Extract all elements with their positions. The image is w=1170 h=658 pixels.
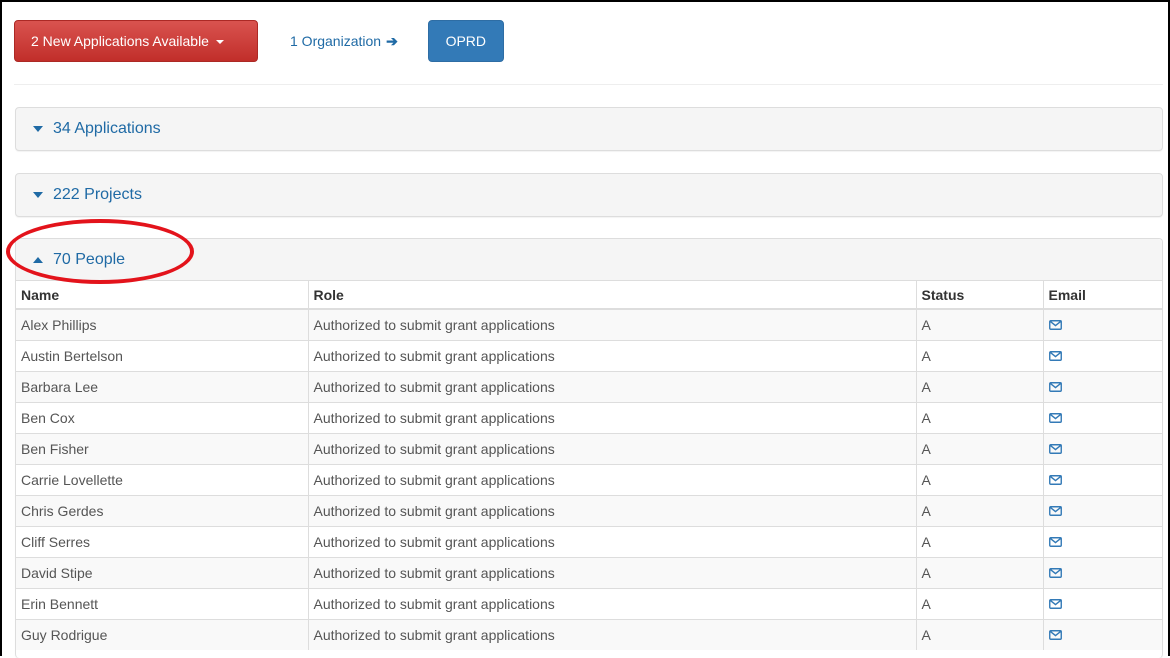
table-row: Chris Gerdes Authorized to submit grant a… <box>16 494 1162 526</box>
new-applications-dropdown-button[interactable]: 2 New Applications Available <box>14 20 258 62</box>
person-email-cell <box>1043 401 1162 433</box>
person-role-cell: Authorized to submit grant applications <box>308 308 917 340</box>
person-name-cell: Alex Phillips <box>16 308 309 340</box>
triangle-up-icon <box>33 256 43 263</box>
person-email-cell <box>1043 494 1162 526</box>
person-role-cell: Authorized to submit grant applications <box>308 401 917 433</box>
person-email-cell <box>1043 587 1162 619</box>
person-name-cell: Guy Rodrigue <box>16 618 309 650</box>
people-panel: 70 People Name Role Status Email Alex Ph… <box>15 238 1163 658</box>
column-header-email[interactable]: Email <box>1043 281 1162 310</box>
caret-down-icon <box>215 40 224 44</box>
table-header-row: Name Role Status Email <box>16 281 1162 310</box>
person-name-cell: Ben Fisher <box>16 432 309 464</box>
table-row: Guy Rodrigue Authorized to submit grant a… <box>16 618 1162 650</box>
person-role-cell: Authorized to submit grant applications <box>308 370 917 402</box>
envelope-icon[interactable] <box>1048 317 1062 333</box>
envelope-icon[interactable] <box>1048 534 1062 550</box>
person-email-cell <box>1043 556 1162 588</box>
person-email-cell <box>1043 525 1162 557</box>
applications-panel-title: 34 Applications <box>53 120 161 137</box>
person-status-cell: A <box>916 587 1044 619</box>
person-email-cell <box>1043 463 1162 495</box>
envelope-icon[interactable] <box>1048 410 1062 426</box>
table-row: Cliff Serres Authorized to submit grant a… <box>16 525 1162 557</box>
person-role-cell: Authorized to submit grant applications <box>308 432 917 464</box>
triangle-down-icon <box>33 126 43 132</box>
person-name-cell: Erin Bennett <box>16 587 309 619</box>
person-status-cell: A <box>916 525 1044 557</box>
person-status-cell: A <box>916 556 1044 588</box>
person-email-cell <box>1043 432 1162 464</box>
table-row: Carrie Lovellette Authorized to submit gr… <box>16 463 1162 495</box>
person-name-cell: Barbara Lee <box>16 370 309 402</box>
person-status-cell: A <box>916 432 1044 464</box>
column-header-name[interactable]: Name <box>16 281 309 310</box>
people-panel-title: 70 People <box>53 250 126 268</box>
people-table: Name Role Status Email Alex Phillips Auth… <box>16 281 1162 650</box>
people-table-body: Alex Phillips Authorized to submit grant … <box>16 308 1162 650</box>
person-role-cell: Authorized to submit grant applications <box>308 525 917 557</box>
organization-link[interactable]: 1 Organization ➔ <box>290 33 398 50</box>
person-status-cell: A <box>916 463 1044 495</box>
column-header-role[interactable]: Role <box>308 281 917 310</box>
person-email-cell <box>1043 308 1162 340</box>
applications-panel-toggle[interactable]: 34 Applications <box>16 108 1162 150</box>
organization-link-label: 1 Organization <box>290 33 382 49</box>
person-status-cell: A <box>916 401 1044 433</box>
table-row: David Stipe Authorized to submit grant ap… <box>16 556 1162 588</box>
envelope-icon[interactable] <box>1048 503 1062 519</box>
person-status-cell: A <box>916 308 1044 340</box>
table-row: Alex Phillips Authorized to submit grant … <box>16 308 1162 340</box>
applications-panel: 34 Applications <box>15 107 1163 151</box>
envelope-icon[interactable] <box>1048 596 1062 612</box>
person-role-cell: Authorized to submit grant applications <box>308 556 917 588</box>
table-row: Ben Fisher Authorized to submit grant app… <box>16 432 1162 464</box>
person-role-cell: Authorized to submit grant applications <box>308 339 917 371</box>
person-status-cell: A <box>916 339 1044 371</box>
divider <box>14 84 1163 85</box>
people-panel-toggle[interactable]: 70 People <box>16 239 1162 281</box>
envelope-icon[interactable] <box>1048 565 1062 581</box>
envelope-icon[interactable] <box>1048 472 1062 488</box>
toolbar: 2 New Applications Available 1 Organizat… <box>14 20 504 62</box>
person-name-cell: Carrie Lovellette <box>16 463 309 495</box>
person-role-cell: Authorized to submit grant applications <box>308 587 917 619</box>
person-name-cell: Cliff Serres <box>16 525 309 557</box>
person-status-cell: A <box>916 370 1044 402</box>
person-name-cell: David Stipe <box>16 556 309 588</box>
person-role-cell: Authorized to submit grant applications <box>308 463 917 495</box>
person-status-cell: A <box>916 618 1044 650</box>
envelope-icon[interactable] <box>1048 441 1062 457</box>
oprd-button-label: OPRD <box>445 33 487 49</box>
person-role-cell: Authorized to submit grant applications <box>308 494 917 526</box>
envelope-icon[interactable] <box>1048 379 1062 395</box>
new-applications-label: 2 New Applications Available <box>31 33 209 49</box>
person-email-cell <box>1043 370 1162 402</box>
table-row: Austin Bertelson Authorized to submit gra… <box>16 339 1162 371</box>
person-name-cell: Ben Cox <box>16 401 309 433</box>
projects-panel-title: 222 Projects <box>53 186 142 203</box>
table-row: Barbara Lee Authorized to submit grant ap… <box>16 370 1162 402</box>
oprd-button[interactable]: OPRD <box>427 20 504 62</box>
triangle-down-icon <box>33 192 43 198</box>
person-email-cell <box>1043 339 1162 371</box>
person-email-cell <box>1043 618 1162 650</box>
projects-panel-toggle[interactable]: 222 Projects <box>16 174 1162 216</box>
envelope-icon[interactable] <box>1048 627 1062 643</box>
person-status-cell: A <box>916 494 1044 526</box>
table-row: Ben Cox Authorized to submit grant applic… <box>16 401 1162 433</box>
column-header-status[interactable]: Status <box>916 281 1044 310</box>
table-row: Erin Bennett Authorized to submit grant a… <box>16 587 1162 619</box>
arrow-right-icon: ➔ <box>386 32 398 49</box>
projects-panel: 222 Projects <box>15 173 1163 217</box>
person-role-cell: Authorized to submit grant applications <box>308 618 917 650</box>
person-name-cell: Austin Bertelson <box>16 339 309 371</box>
envelope-icon[interactable] <box>1048 348 1062 364</box>
person-name-cell: Chris Gerdes <box>16 494 309 526</box>
